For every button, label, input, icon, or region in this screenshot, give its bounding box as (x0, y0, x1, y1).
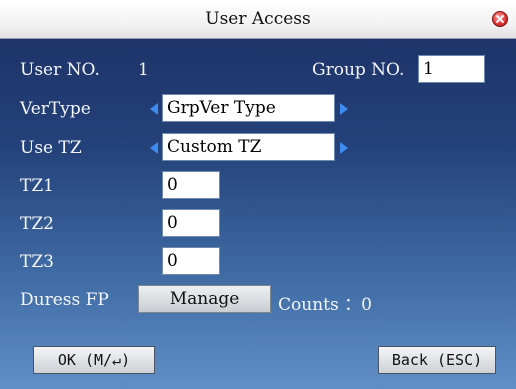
use-tz-label: Use TZ (20, 138, 82, 158)
left-arrow-icon[interactable] (150, 103, 158, 115)
user-no-label: User NO. (20, 60, 100, 80)
duress-fp-label: Duress FP (20, 290, 109, 310)
right-arrow-icon[interactable] (340, 142, 348, 154)
tz3-label: TZ3 (20, 252, 54, 272)
tz3-field[interactable]: 0 (162, 247, 220, 275)
vertype-select[interactable]: GrpVer Type (162, 94, 335, 122)
tz1-label: TZ1 (20, 176, 54, 196)
title-bar: User Access (0, 0, 516, 39)
counts-label: Counts ：0 (278, 295, 372, 315)
user-no-value: 1 (138, 60, 149, 80)
tz1-field[interactable]: 0 (162, 171, 220, 199)
group-no-field[interactable]: 1 (418, 55, 485, 83)
left-arrow-icon[interactable] (150, 142, 158, 154)
use-tz-select[interactable]: Custom TZ (162, 133, 335, 161)
manage-button[interactable]: Manage (138, 285, 271, 313)
right-arrow-icon[interactable] (340, 103, 348, 115)
back-button[interactable]: Back (ESC) (378, 346, 496, 374)
vertype-label: VerType (20, 99, 91, 119)
user-access-window: User Access User NO. 1 Group NO. 1 VerTy… (0, 0, 516, 389)
tz2-label: TZ2 (20, 214, 54, 234)
close-icon[interactable] (492, 11, 508, 27)
window-title: User Access (205, 9, 311, 29)
ok-button[interactable]: OK (M/↵) (33, 346, 155, 374)
group-no-label: Group NO. (312, 60, 405, 80)
tz2-field[interactable]: 0 (162, 209, 220, 237)
